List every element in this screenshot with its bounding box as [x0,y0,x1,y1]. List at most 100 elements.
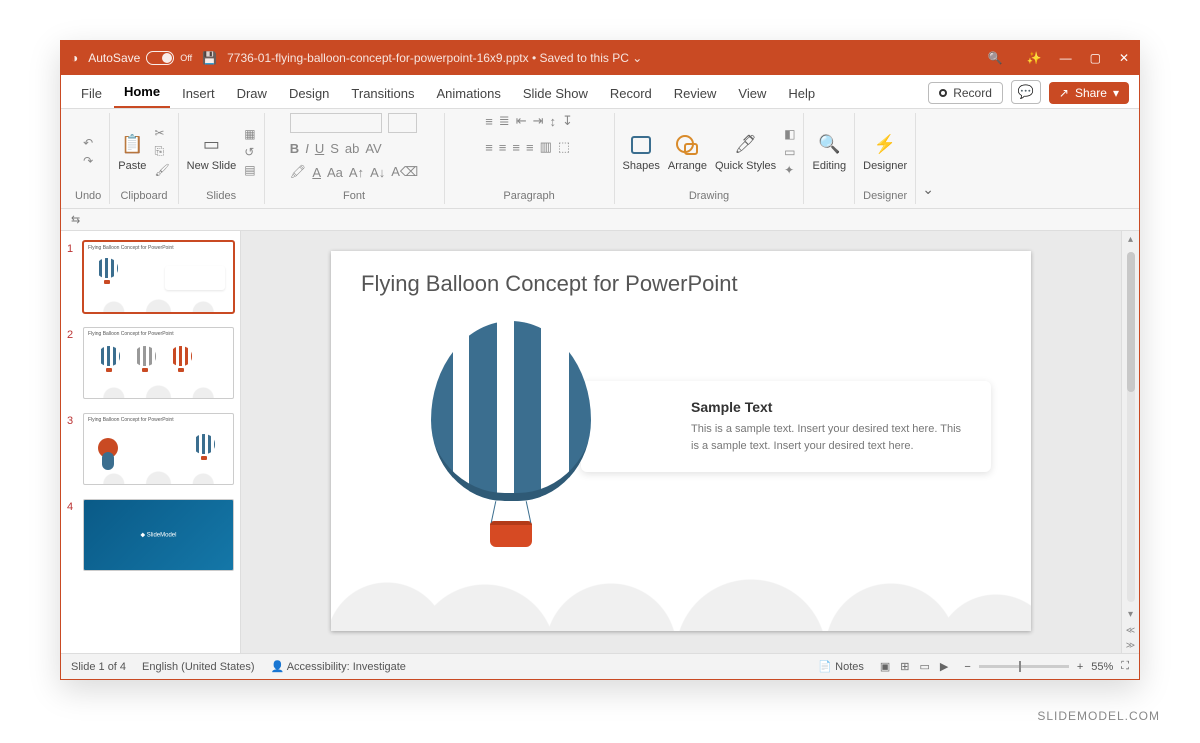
decrease-font-button[interactable]: A↓ [370,165,385,180]
sorter-view-icon[interactable]: ⊞ [900,660,909,673]
section-icon[interactable]: ▤ [244,163,255,177]
text-direction-button[interactable]: ↧ [562,113,573,129]
quick-styles-button[interactable]: 🖊Quick Styles [715,132,776,172]
tab-home[interactable]: Home [114,78,170,108]
fit-window-icon[interactable]: ⛶ [1121,660,1129,673]
zoom-out-icon[interactable]: − [964,661,970,673]
scroll-up-icon[interactable]: ▴ [1128,231,1133,248]
vertical-scrollbar[interactable]: ▴ ▾ ≪ ≫ [1121,231,1139,653]
text-card[interactable]: Sample Text This is a sample text. Inser… [581,381,991,472]
italic-button[interactable]: I [305,141,309,156]
smartart-button[interactable]: ⬚ [558,139,570,155]
record-button[interactable]: Record [928,82,1003,104]
redo-icon[interactable]: ↷ [83,154,93,168]
zoom-in-icon[interactable]: + [1077,661,1083,673]
bold-button[interactable]: B [290,141,299,156]
comments-button[interactable]: 💬 [1011,80,1041,104]
current-slide[interactable]: Flying Balloon Concept for PowerPoint Sa… [331,251,1031,631]
shape-fill-icon[interactable]: ◧ [784,127,795,141]
align-center-button[interactable]: ≡ [499,140,507,155]
indent-dec-button[interactable]: ⇤ [516,113,527,129]
numbering-button[interactable]: ≣ [499,113,510,129]
search-icon[interactable]: 🔍 [988,51,1003,65]
highlight-button[interactable]: 🖍 [290,164,307,180]
thumbnail-3[interactable]: Flying Balloon Concept for PowerPoint [83,413,234,485]
balloon-graphic[interactable] [431,321,591,547]
line-spacing-button[interactable]: ↕ [550,114,557,129]
tab-insert[interactable]: Insert [172,80,225,108]
designer-button[interactable]: ⚡Designer [863,132,907,172]
underline-button[interactable]: U [315,141,324,156]
reset-icon[interactable]: ↺ [244,145,255,159]
columns-button[interactable]: ▥ [540,139,552,155]
tab-animations[interactable]: Animations [427,80,511,108]
arrange-button[interactable]: Arrange [668,132,707,172]
document-title[interactable]: 7736-01-flying-balloon-concept-for-power… [227,51,642,65]
tab-design[interactable]: Design [279,80,339,108]
shape-effects-icon[interactable]: ✦ [784,163,795,177]
slide-canvas[interactable]: Flying Balloon Concept for PowerPoint Sa… [241,231,1121,653]
tab-record[interactable]: Record [600,80,662,108]
collapse-ribbon-button[interactable]: ⌄ [916,113,940,204]
status-bar: Slide 1 of 4 English (United States) 👤 A… [61,653,1139,679]
undo-icon[interactable]: ↶ [83,136,93,150]
language-status[interactable]: English (United States) [142,661,255,673]
zoom-slider[interactable] [979,665,1069,668]
minimize-icon[interactable]: — [1060,51,1072,65]
notes-button[interactable]: 📄 Notes [818,660,864,673]
cut-icon[interactable]: ✂ [154,126,169,140]
paste-button[interactable]: 📋Paste [118,132,146,172]
font-size-select[interactable] [388,113,417,133]
share-button[interactable]: ↗Share▾ [1049,82,1129,104]
editing-button[interactable]: 🔍Editing [812,132,846,172]
copy-icon[interactable]: ⎘ [154,144,169,159]
normal-view-icon[interactable]: ▣ [880,660,890,673]
tab-help[interactable]: Help [778,80,825,108]
qat-overflow-icon[interactable]: ⇆ [71,213,80,226]
format-painter-icon[interactable]: 🖌 [154,163,169,177]
scroll-handle[interactable] [1127,252,1135,392]
shape-outline-icon[interactable]: ▭ [784,145,795,159]
bullets-button[interactable]: ≡ [485,114,493,129]
thumbnail-1[interactable]: Flying Balloon Concept for PowerPoint [83,241,234,313]
align-right-button[interactable]: ≡ [512,140,520,155]
slide-title[interactable]: Flying Balloon Concept for PowerPoint [331,251,1031,307]
next-slide-icon[interactable]: ≫ [1126,638,1135,653]
new-slide-button[interactable]: ▭New Slide [187,132,237,172]
prev-slide-icon[interactable]: ≪ [1126,623,1135,638]
save-icon[interactable]: 💾 [202,51,217,65]
tab-review[interactable]: Review [664,80,727,108]
tab-file[interactable]: File [71,80,112,108]
tab-view[interactable]: View [728,80,776,108]
slide-counter[interactable]: Slide 1 of 4 [71,661,126,673]
sparkle-icon[interactable]: ✨ [1027,51,1042,65]
font-color-button[interactable]: A [312,165,321,180]
scroll-track[interactable] [1127,252,1135,602]
thumbnail-4[interactable]: ◆ SlideModel [83,499,234,571]
clear-format-button[interactable]: A⌫ [391,164,418,180]
slideshow-view-icon[interactable]: ▶ [940,660,948,673]
close-icon[interactable]: ✕ [1119,51,1129,65]
layout-icon[interactable]: ▦ [244,127,255,141]
spacing-button[interactable]: AV [365,141,381,156]
increase-font-button[interactable]: A↑ [349,165,364,180]
zoom-control[interactable]: − + 55% ⛶ [964,660,1129,673]
change-case-button[interactable]: Aa [327,165,343,180]
maximize-icon[interactable]: ▢ [1090,51,1101,65]
shapes-button[interactable]: Shapes [623,132,660,172]
justify-button[interactable]: ≡ [526,140,534,155]
align-left-button[interactable]: ≡ [485,140,493,155]
accessibility-status[interactable]: 👤 Accessibility: Investigate [271,660,406,673]
shadow-button[interactable]: ab [345,141,359,156]
autosave-toggle[interactable]: AutoSave Off [88,51,192,65]
font-family-select[interactable] [290,113,382,133]
strike-button[interactable]: S [330,141,339,156]
tab-transitions[interactable]: Transitions [341,80,424,108]
tab-draw[interactable]: Draw [227,80,277,108]
ribbon: ↶↷ Undo 📋Paste ✂⎘🖌 Clipboard ▭New Slide … [61,109,1139,209]
reading-view-icon[interactable]: ▭ [920,660,930,673]
thumbnail-2[interactable]: Flying Balloon Concept for PowerPoint [83,327,234,399]
indent-inc-button[interactable]: ⇥ [533,113,544,129]
scroll-down-icon[interactable]: ▾ [1128,606,1133,623]
tab-slideshow[interactable]: Slide Show [513,80,598,108]
